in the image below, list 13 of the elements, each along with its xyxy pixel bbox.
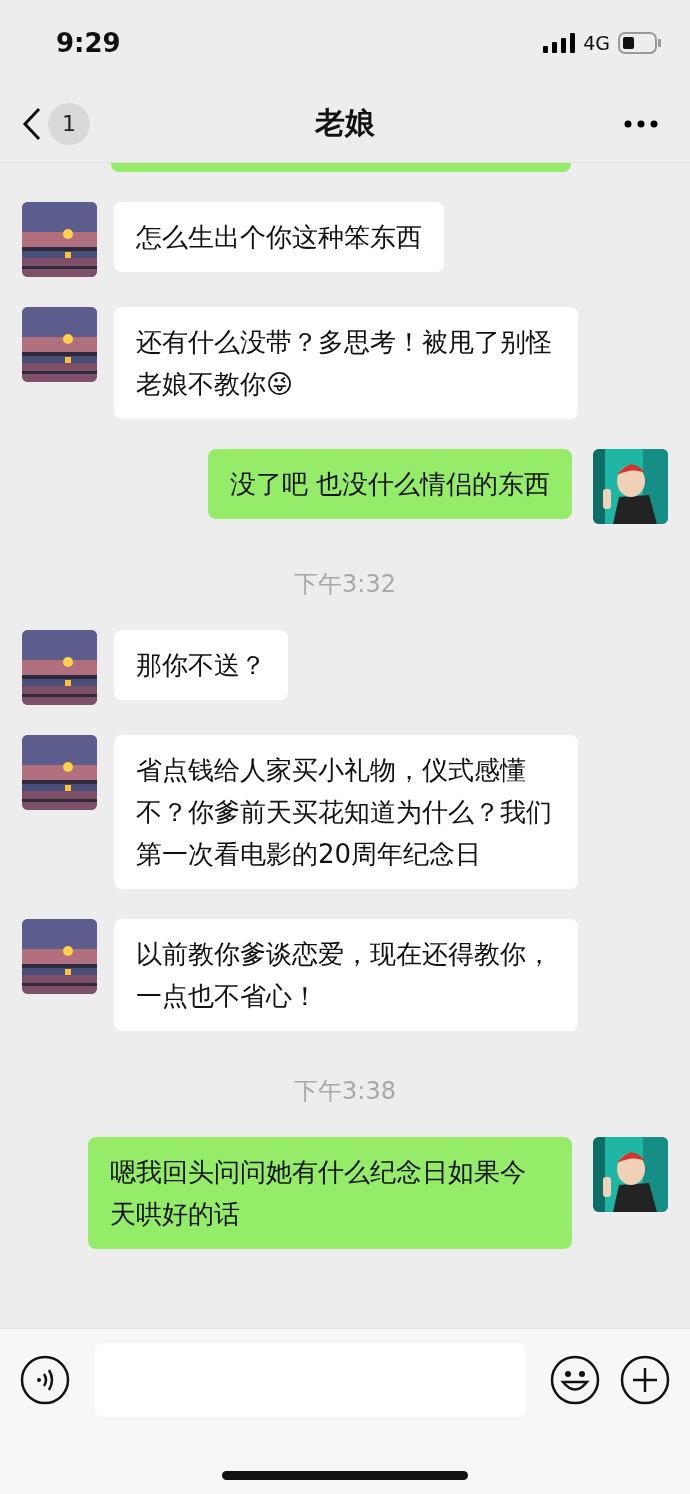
- status-time: 9:29: [56, 27, 121, 58]
- message-bubble: 省点钱给人家买小礼物，仪式感懂不？你爹前天买花知道为什么？我们第一次看电影的20周年纪念日: [114, 735, 578, 889]
- message-bubble: 没了吧 也没什么情侣的东西: [207, 449, 572, 519]
- timestamp: 下午3:38: [294, 1076, 396, 1107]
- message-bubble: 以前教你爹谈恋爱，现在还得教你，一点也不省心！: [114, 919, 578, 1031]
- timestamp: 下午3:32: [294, 569, 396, 600]
- chat-title: 老娘: [315, 104, 375, 142]
- unread-badge: 1: [48, 102, 90, 145]
- message-bubble: 怎么生出个你这种笨东西: [114, 202, 444, 272]
- message-bubble: 嗯我回头问问她有什么纪念日如果今天哄好的话: [88, 1137, 572, 1249]
- message-bubble: 那你不送？: [114, 630, 288, 700]
- network-label: 4G: [583, 31, 610, 54]
- message-bubble: 还有什么没带？多思考！被甩了别怪老娘不教你😜: [114, 307, 578, 419]
